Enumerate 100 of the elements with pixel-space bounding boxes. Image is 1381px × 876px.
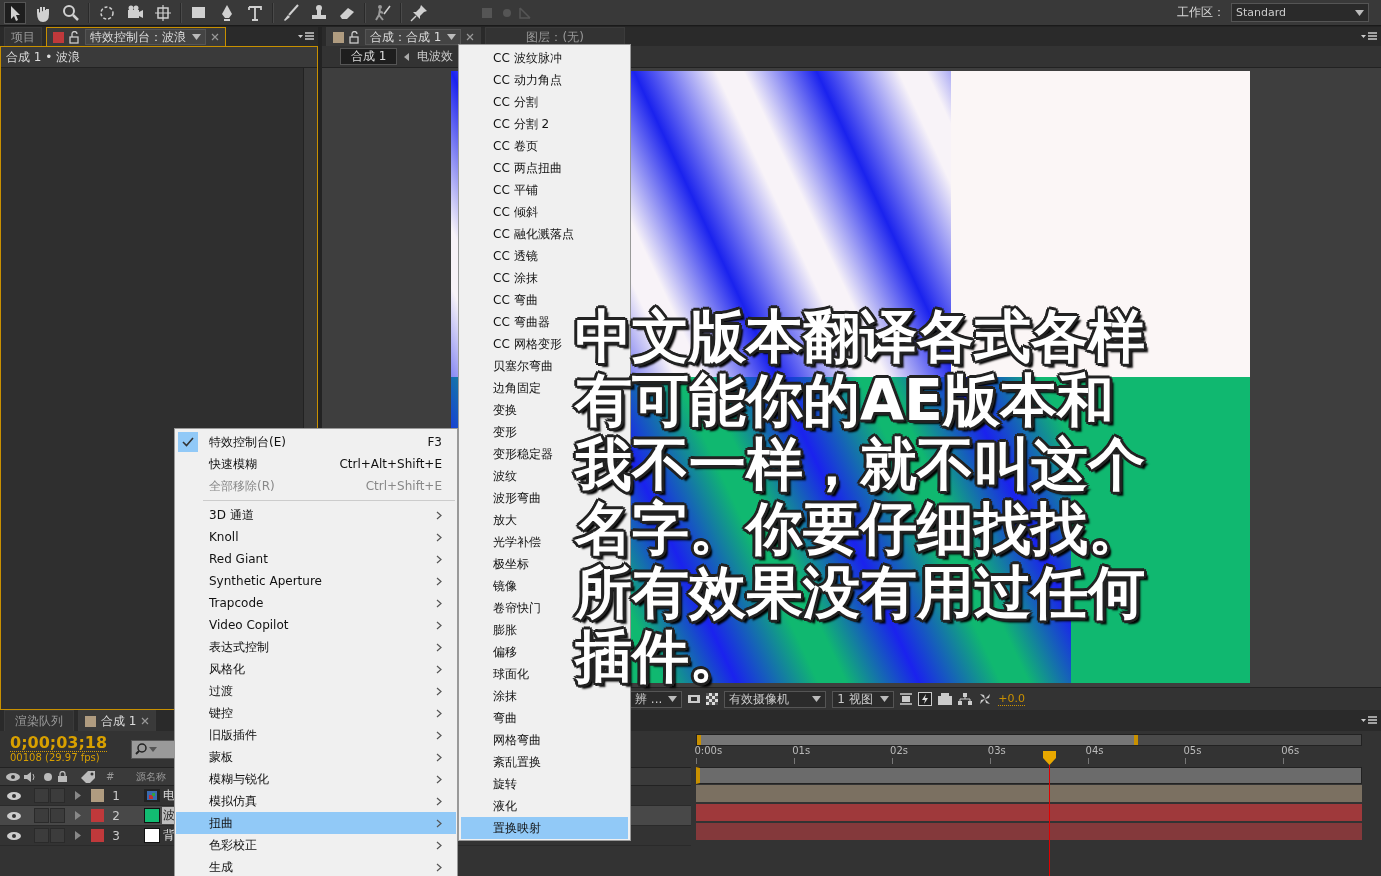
menu-item[interactable]: Red Giant	[176, 548, 456, 570]
menu-item[interactable]: CC 分割 2	[493, 115, 550, 133]
close-icon[interactable]	[466, 33, 475, 41]
dropdown-caret-icon[interactable]	[1355, 9, 1364, 16]
menu-item[interactable]: 膨胀	[493, 621, 517, 639]
rotate-tool-icon[interactable]	[98, 3, 116, 22]
menu-item[interactable]: 镜像	[493, 577, 517, 595]
menu-item[interactable]: 波纹	[493, 467, 517, 485]
panel-tab[interactable]: 合成 1	[78, 710, 157, 731]
expand-triangle-icon[interactable]	[75, 831, 81, 840]
flowchart-icon[interactable]	[958, 693, 973, 705]
menu-item[interactable]: 过渡	[176, 680, 456, 702]
toggle-box[interactable]	[34, 808, 49, 823]
layer-name[interactable]: 电	[162, 787, 176, 804]
menu-item[interactable]: CC 网格变形	[493, 335, 562, 353]
menu-item[interactable]: CC 平铺	[493, 181, 538, 199]
brush-tool-icon[interactable]	[282, 3, 300, 22]
timeline-panel-icon[interactable]	[938, 693, 953, 705]
dropdown-caret-icon[interactable]	[192, 34, 201, 40]
menu-item[interactable]: 边角固定	[493, 379, 541, 397]
menu-item[interactable]: 特效控制台(E) F3	[176, 431, 456, 453]
lock-icon[interactable]	[69, 30, 80, 44]
menu-item[interactable]: 波形弯曲	[493, 489, 541, 507]
eye-icon[interactable]	[7, 790, 21, 801]
menu-item[interactable]: 光学补偿	[493, 533, 541, 551]
pin-tool-icon[interactable]	[410, 3, 428, 22]
pixel-aspect-icon[interactable]	[900, 693, 913, 705]
panel-menu-icon[interactable]	[1361, 32, 1377, 41]
panel-tab[interactable]: 特效控制台：波浪	[46, 27, 226, 46]
menu-item[interactable]: 快速模糊 Ctrl+Alt+Shift+E	[176, 453, 456, 475]
close-icon[interactable]	[211, 33, 219, 41]
workspace-dropdown[interactable]: Standard	[1231, 3, 1369, 22]
menu-item[interactable]: Synthetic Aperture	[176, 570, 456, 592]
menu-item[interactable]: CC 倾斜	[493, 203, 538, 221]
menu-item[interactable]: CC 动力角点	[493, 71, 562, 89]
menu-item[interactable]: 紊乱置换	[493, 753, 541, 771]
pan-behind-tool-icon[interactable]	[154, 3, 172, 22]
menu-item[interactable]: 极坐标	[493, 555, 529, 573]
menu-item[interactable]: 3D 通道	[176, 504, 456, 526]
snapshot-icon[interactable]	[688, 694, 701, 704]
text-tool-icon[interactable]	[246, 3, 264, 22]
menu-item[interactable]: 涂抹	[493, 687, 517, 705]
close-icon[interactable]	[141, 717, 150, 725]
menu-item[interactable]: 表达式控制	[176, 636, 456, 658]
menu-item[interactable]: Video Copilot	[176, 614, 456, 636]
menu-item[interactable]: CC 弯曲器	[493, 313, 550, 331]
menu-item[interactable]: 放大	[493, 511, 517, 529]
menu-item[interactable]: 旋转	[493, 775, 517, 793]
label-color-swatch[interactable]	[91, 809, 104, 822]
dropdown-caret-icon[interactable]	[668, 696, 678, 702]
menu-item[interactable]: Knoll	[176, 526, 456, 548]
menu-item[interactable]: CC 波纹脉冲	[493, 49, 562, 67]
eye-icon[interactable]	[7, 810, 21, 821]
menu-item[interactable]: 变换	[493, 401, 517, 419]
menu-item[interactable]: 液化	[493, 797, 517, 815]
dropdown-caret-icon[interactable]	[447, 34, 457, 40]
panel-menu-icon[interactable]	[298, 32, 314, 41]
stamp-tool-icon[interactable]	[310, 3, 328, 22]
playhead[interactable]	[1043, 751, 1057, 876]
menu-item[interactable]: CC 卷页	[493, 137, 538, 155]
menu-item[interactable]: CC 两点扭曲	[493, 159, 562, 177]
label-color-swatch[interactable]	[91, 789, 104, 802]
panel-tab[interactable]: 渲染队列	[4, 710, 74, 731]
expand-triangle-icon[interactable]	[75, 811, 81, 820]
menu-item[interactable]: 置换映射	[461, 817, 628, 839]
back-arrow-icon[interactable]	[404, 52, 411, 61]
menu-item[interactable]: CC 分割	[493, 93, 538, 111]
panel-tab[interactable]: 合成：合成 1	[326, 27, 482, 46]
lock-icon[interactable]	[349, 30, 360, 44]
search-icon[interactable]	[62, 3, 80, 22]
time-navigator[interactable]	[696, 767, 1362, 784]
work-area-bar[interactable]	[696, 734, 1362, 746]
playhead-handle-icon[interactable]	[1043, 751, 1057, 765]
toggle-box[interactable]	[50, 808, 65, 823]
exposure-reset-icon[interactable]	[978, 692, 993, 706]
panel-tab[interactable]: 项目	[4, 27, 42, 46]
timecode[interactable]: 0;00;03;18	[10, 734, 108, 752]
menu-item[interactable]: CC 涂抹	[493, 269, 538, 287]
resolution-dropdown[interactable]: 辨 ...	[630, 690, 683, 708]
menu-item[interactable]: 球面化	[493, 665, 529, 683]
menu-item[interactable]: 色彩校正	[176, 834, 456, 856]
eye-icon[interactable]	[7, 830, 21, 841]
menu-item[interactable]: 弯曲	[493, 709, 517, 727]
menu-item[interactable]: 模拟仿真	[176, 790, 456, 812]
menu-item[interactable]: Trapcode	[176, 592, 456, 614]
menu-item[interactable]: CC 融化溅落点	[493, 225, 574, 243]
comp-button[interactable]: 合成 1	[340, 48, 398, 65]
menu-item[interactable]: 变形稳定器	[493, 445, 553, 463]
menu-item[interactable]: 扭曲	[176, 812, 456, 834]
transparency-grid-icon[interactable]	[706, 693, 719, 705]
menu-item[interactable]: 键控	[176, 702, 456, 724]
menu-item[interactable]: 生成	[176, 856, 456, 876]
menu-item[interactable]: 风格化	[176, 658, 456, 680]
menu-item[interactable]: CC 透镜	[493, 247, 538, 265]
expand-triangle-icon[interactable]	[75, 791, 81, 800]
panel-menu-icon[interactable]	[1361, 716, 1377, 725]
camera-dropdown[interactable]: 有效摄像机	[724, 690, 827, 708]
menu-item[interactable]: 旧版插件	[176, 724, 456, 746]
menu-item[interactable]: 变形	[493, 423, 517, 441]
flowchart-item[interactable]: 电波效	[417, 48, 454, 65]
